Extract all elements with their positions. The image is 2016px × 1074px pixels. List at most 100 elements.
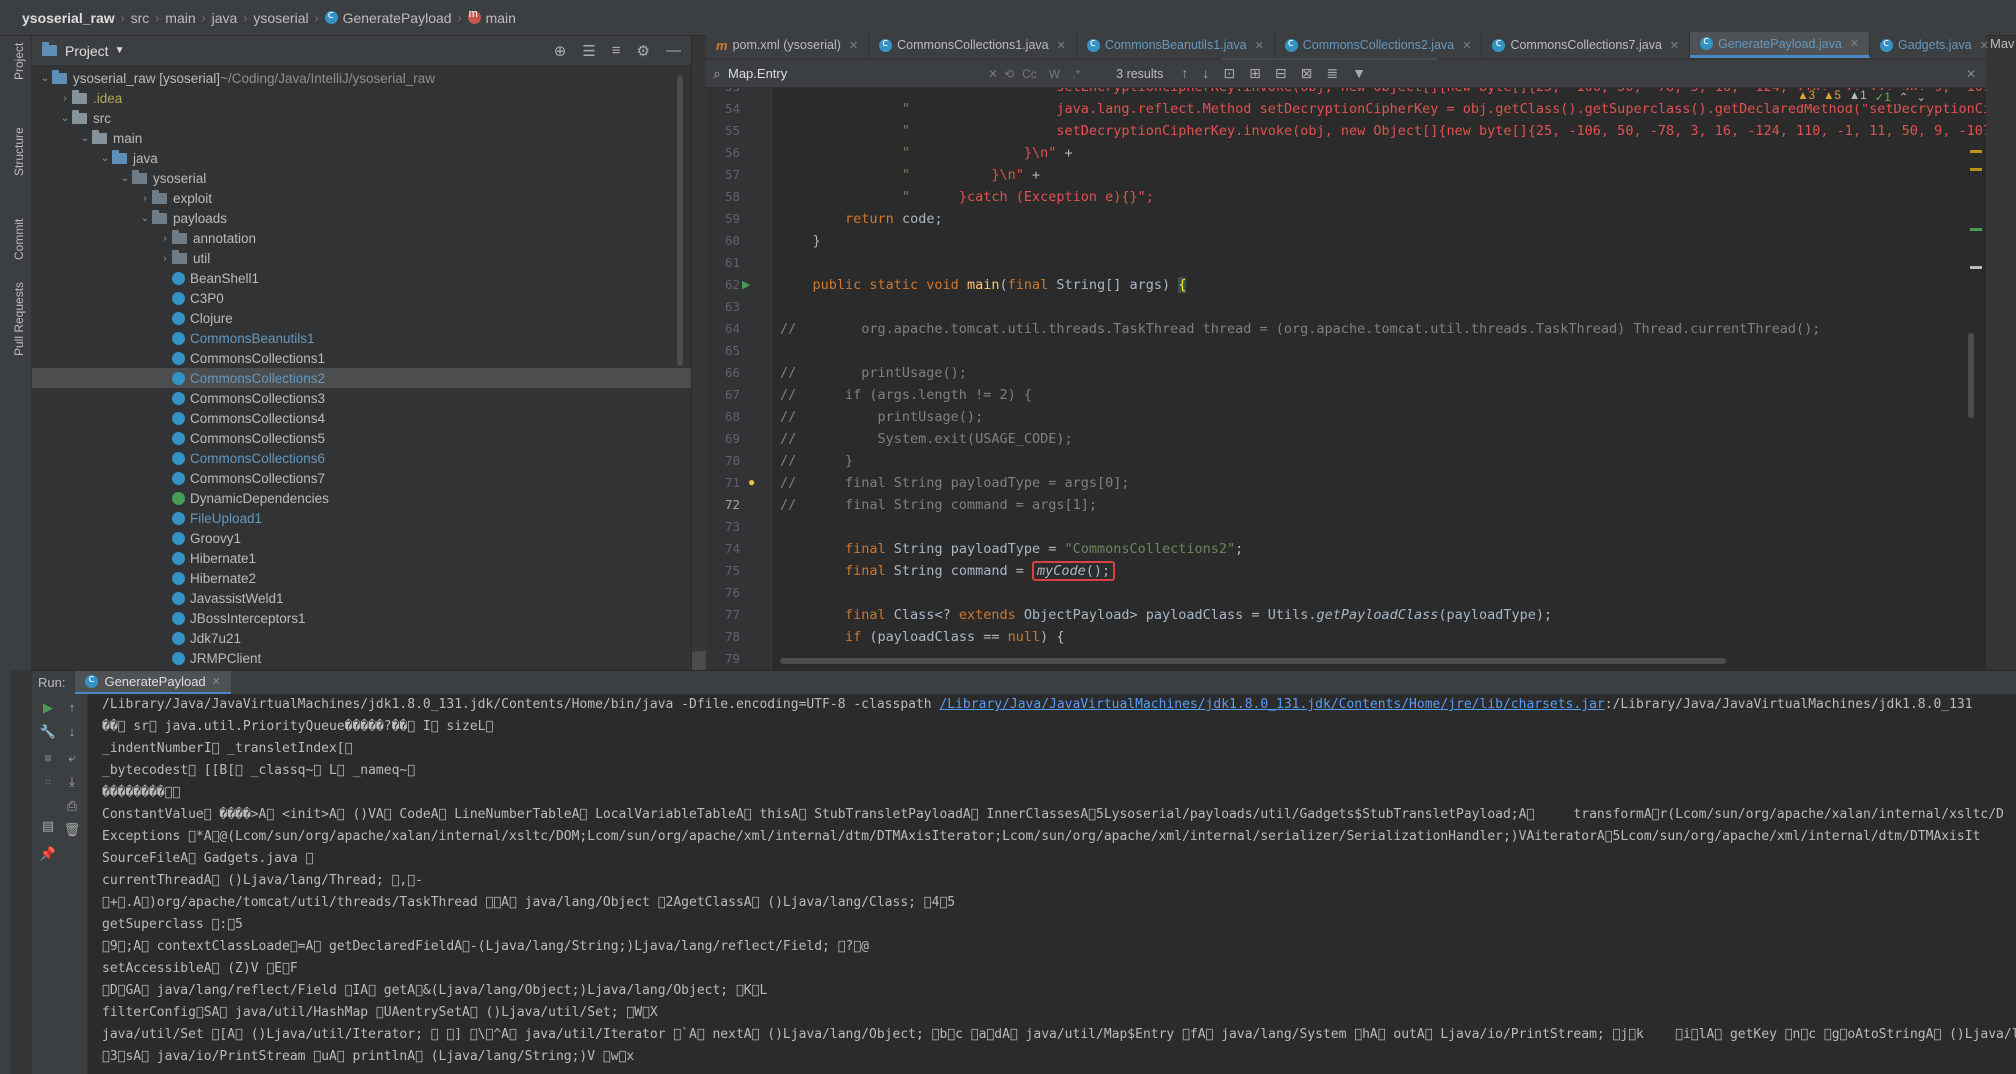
code-line[interactable]: // final String payloadType = args[0];	[780, 472, 1130, 494]
locate-icon[interactable]: ⊕	[554, 42, 567, 60]
tree-node[interactable]: DynamicDependencies	[32, 488, 691, 508]
multiline-icon[interactable]: ≣	[1326, 65, 1338, 82]
scroll-up-icon[interactable]: ↑	[62, 700, 82, 715]
close-search-icon[interactable]: ✕	[1966, 67, 1976, 81]
tree-node[interactable]: BeanShell1	[32, 268, 691, 288]
code-line[interactable]: " }\n" +	[780, 142, 1073, 164]
tree-node[interactable]: JBossInterceptors1	[32, 608, 691, 628]
breadcrumb-item[interactable]: ysoserial_raw	[22, 10, 115, 26]
expand-arrow-icon[interactable]: ⌄	[38, 73, 52, 84]
camera-icon[interactable]: ⌗	[38, 774, 58, 790]
tree-node[interactable]: ⌄ src	[32, 108, 691, 128]
tree-node[interactable]: › annotation	[32, 228, 691, 248]
tree-node[interactable]: CommonsBeanutils1	[32, 328, 691, 348]
chevron-up-icon[interactable]: ⌃	[1899, 90, 1909, 104]
run-tab-generatepayload[interactable]: GeneratePayload ✕	[75, 670, 231, 695]
close-tab-icon[interactable]: ✕	[1850, 37, 1859, 50]
expand-all-icon[interactable]: ☰	[582, 42, 595, 60]
code-line[interactable]: if (payloadClass == null) {	[780, 626, 1064, 648]
error-stripe-marker[interactable]	[1970, 150, 1982, 153]
tree-node[interactable]: ⌄ main	[32, 128, 691, 148]
gear-icon[interactable]: ⚙	[637, 42, 650, 60]
select-all-icon[interactable]: ⊠	[1301, 65, 1313, 82]
tree-node[interactable]: C3P0	[32, 288, 691, 308]
previous-occurrence-icon[interactable]: ↑	[1181, 65, 1188, 82]
tree-node[interactable]: Groovy1	[32, 528, 691, 548]
tree-node[interactable]: ⌄ java	[32, 148, 691, 168]
editor-tab[interactable]: m pom.xml (ysoserial) ✕	[706, 32, 870, 58]
project-scrollbar[interactable]	[677, 76, 683, 366]
search-option-toggle[interactable]: .*	[1072, 67, 1080, 81]
code-line[interactable]: // System.exit(USAGE_CODE);	[780, 428, 1073, 450]
rerun-icon[interactable]: ▶	[38, 700, 58, 716]
tree-node[interactable]: CommonsCollections6	[32, 448, 691, 468]
code-line[interactable]: final String command = myCode();	[780, 560, 1116, 582]
code-line[interactable]: // printUsage();	[780, 362, 967, 384]
close-tab-icon[interactable]: ✕	[1255, 39, 1264, 52]
tree-node[interactable]: CommonsCollections1	[32, 348, 691, 368]
add-occurrence-icon[interactable]: ⊞	[1249, 65, 1261, 82]
scroll-down-icon[interactable]: ↓	[62, 724, 82, 739]
code-line[interactable]: }	[780, 230, 821, 252]
tree-node[interactable]: CommonsCollections5	[32, 428, 691, 448]
expand-arrow-icon[interactable]: ⌄	[118, 173, 132, 184]
editor-horizontal-scrollbar[interactable]	[780, 658, 1726, 664]
code-line[interactable]: // }	[780, 450, 853, 472]
breadcrumb-item[interactable]: main	[467, 8, 516, 26]
breadcrumb-item[interactable]: main	[165, 10, 195, 26]
search-option-toggle[interactable]: W	[1049, 67, 1060, 81]
project-view-selector[interactable]: Project ▼	[42, 42, 124, 59]
editor-tab[interactable]: Gadgets.java ✕	[1870, 32, 2000, 58]
search-input[interactable]	[728, 66, 988, 81]
layout-icon[interactable]: ▤	[38, 818, 58, 834]
run-gutter-icon[interactable]: ▶	[742, 278, 750, 291]
print-icon[interactable]: ⎙	[62, 798, 82, 814]
lightbulb-icon[interactable]: ●	[748, 475, 755, 489]
code-line[interactable]: " }\n" +	[780, 164, 1040, 186]
console-output[interactable]: /Library/Java/JavaVirtualMachines/jdk1.8…	[88, 694, 2016, 1074]
tree-node[interactable]: CommonsCollections7	[32, 468, 691, 488]
editor-tab[interactable]: CommonsCollections2.java ✕	[1275, 32, 1483, 58]
history-icon[interactable]: ⟲	[1004, 67, 1014, 81]
tree-node[interactable]: FileUpload1	[32, 508, 691, 528]
error-stripe-marker[interactable]	[1970, 228, 1982, 231]
next-occurrence-icon[interactable]: ↓	[1202, 65, 1209, 82]
code-editor[interactable]: 53 54 55 56 57 58 59 60 61 62▶63 64 65 66 67 68 69 70 71 ●…	[706, 88, 1986, 670]
close-tab-icon[interactable]: ✕	[1980, 39, 1989, 52]
tree-node[interactable]: Hibernate1	[32, 548, 691, 568]
code-line[interactable]: // printUsage();	[780, 406, 983, 428]
breadcrumb-item[interactable]: java	[212, 10, 238, 26]
tool-tab-pull-requests[interactable]: Pull Requests	[12, 282, 26, 356]
code-line[interactable]: final String payloadType = "CommonsColle…	[780, 538, 1243, 560]
tool-tab-commit[interactable]: Commit	[12, 219, 26, 260]
expand-arrow-icon[interactable]: ⌄	[98, 153, 112, 164]
clear-search-icon[interactable]: ✕	[988, 67, 998, 81]
code-line[interactable]: // org.apache.tomcat.util.threads.TaskTh…	[780, 318, 1820, 340]
collapse-all-icon[interactable]: ≡	[612, 42, 621, 60]
line-gutter[interactable]: 53 54 55 56 57 58 59 60 61 62▶63 64 65 66 67 68 69 70 71 ●…	[706, 88, 772, 670]
trash-icon[interactable]: 🗑	[62, 822, 82, 838]
stop-icon[interactable]: ■	[38, 750, 58, 765]
tree-node[interactable]: › .idea	[32, 88, 691, 108]
expand-arrow-icon[interactable]: ›	[158, 253, 172, 264]
editor-tab[interactable]: GeneratePayload.java ✕	[1690, 32, 1871, 58]
editor-tab[interactable]: CommonsCollections1.java ✕	[869, 32, 1077, 58]
soft-wrap-icon[interactable]: ⤶	[62, 750, 82, 766]
close-tab-icon[interactable]: ✕	[1057, 39, 1066, 52]
tree-node[interactable]: CommonsCollections3	[32, 388, 691, 408]
code-line[interactable]: // if (args.length != 2) {	[780, 384, 1032, 406]
tree-node[interactable]: ⌄ ysoserial_raw [ysoserial] ~/Coding/Java…	[32, 68, 691, 88]
close-tab-icon[interactable]: ✕	[849, 39, 858, 52]
tool-tab-project[interactable]: Project	[12, 43, 26, 80]
wrench-icon[interactable]: 🔧	[38, 724, 58, 740]
search-option-toggle[interactable]: Cc	[1022, 67, 1037, 81]
breadcrumb-item[interactable]: src	[131, 10, 150, 26]
expand-arrow-icon[interactable]: ›	[158, 233, 172, 244]
tree-node[interactable]: CommonsCollections4	[32, 408, 691, 428]
tree-node[interactable]: Jdk7u21	[32, 628, 691, 648]
close-tab-icon[interactable]: ✕	[1462, 39, 1471, 52]
scroll-to-end-icon[interactable]: ⤓	[62, 774, 82, 790]
tree-node[interactable]: › util	[32, 248, 691, 268]
breadcrumb-item[interactable]: GeneratePayload	[324, 8, 452, 26]
code-line[interactable]: return code;	[780, 208, 943, 230]
